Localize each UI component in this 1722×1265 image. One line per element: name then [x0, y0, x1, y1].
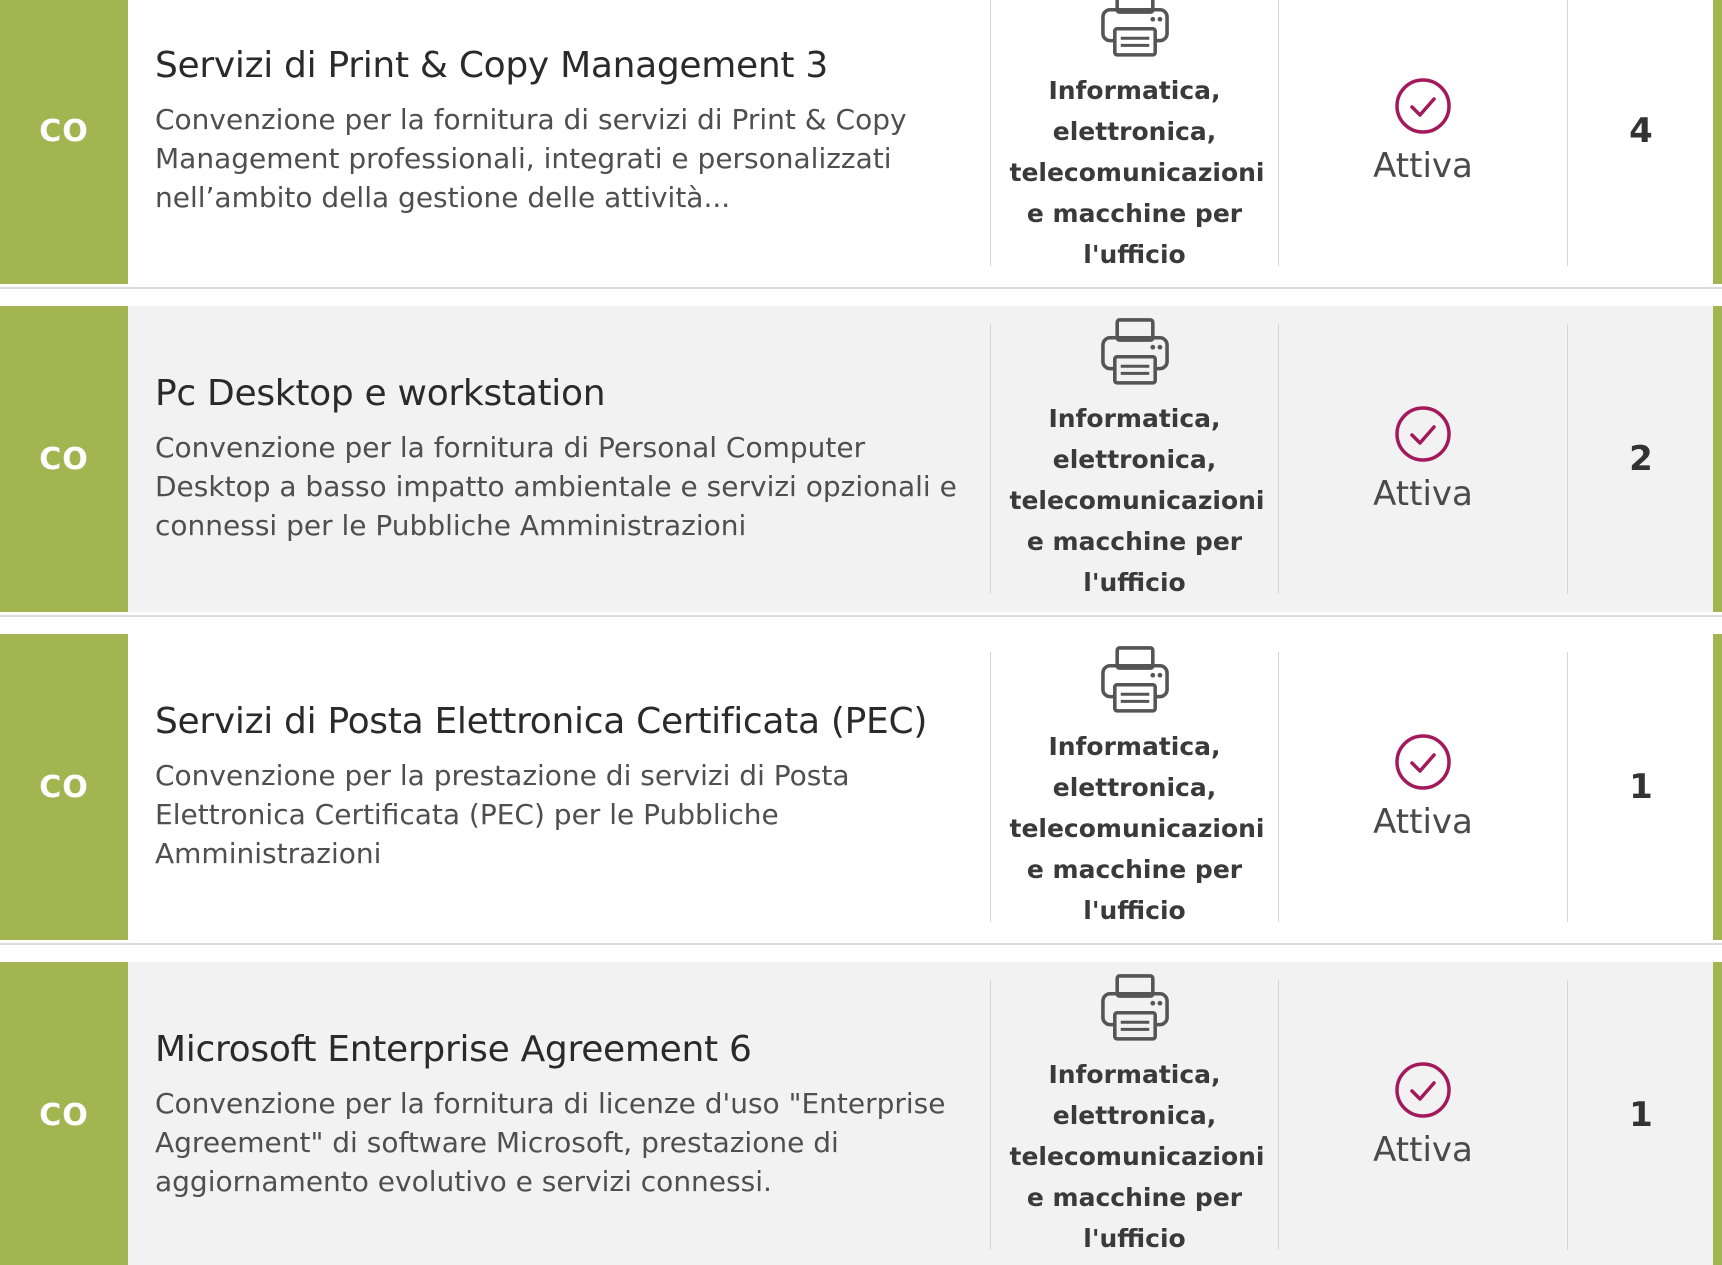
- item-description: Convenzione per la fornitura di Personal…: [155, 431, 957, 542]
- item-info: Servizi di Print & Copy Management 3 Con…: [128, 0, 990, 284]
- row-separator: [0, 943, 1722, 945]
- status-cell: Attiva: [1279, 962, 1567, 1265]
- status-cell: Attiva: [1279, 634, 1567, 940]
- printer-icon: [1100, 646, 1169, 713]
- category-cell: Informatica, elettronica, telecomunicazi…: [991, 962, 1278, 1265]
- category-label: Informatica, elettronica, telecomunicazi…: [1009, 76, 1265, 269]
- type-badge: CO: [0, 306, 128, 612]
- category-label: Informatica, elettronica, telecomunicazi…: [1009, 1060, 1265, 1253]
- item-title[interactable]: Servizi di Posta Elettronica Certificata…: [155, 701, 960, 742]
- check-circle-icon: [1395, 406, 1451, 462]
- check-circle-icon: [1395, 734, 1451, 790]
- type-badge: CO: [0, 962, 128, 1265]
- printer-icon: [1100, 0, 1169, 57]
- item-info: Microsoft Enterprise Agreement 6 Convenz…: [128, 962, 990, 1265]
- item-title[interactable]: Microsoft Enterprise Agreement 6: [155, 1029, 960, 1070]
- type-badge: CO: [0, 634, 128, 940]
- status-cell: Attiva: [1279, 0, 1567, 284]
- row-separator: [0, 287, 1722, 289]
- item-count: 1: [1629, 1095, 1653, 1135]
- list-item[interactable]: CO Servizi di Print & Copy Management 3 …: [0, 0, 1722, 284]
- status-label: Attiva: [1373, 1130, 1473, 1170]
- item-info: Pc Desktop e workstation Convenzione per…: [128, 306, 990, 612]
- check-circle-icon: [1395, 1062, 1451, 1118]
- category-cell: Informatica, elettronica, telecomunicazi…: [991, 634, 1278, 940]
- item-title[interactable]: Servizi di Print & Copy Management 3: [155, 45, 960, 86]
- list-item[interactable]: CO Microsoft Enterprise Agreement 6 Conv…: [0, 962, 1722, 1265]
- item-description: Convenzione per la fornitura di licenze …: [155, 1087, 946, 1198]
- category-cell: Informatica, elettronica, telecomunicazi…: [991, 306, 1278, 612]
- item-title[interactable]: Pc Desktop e workstation: [155, 373, 960, 414]
- item-count: 1: [1629, 767, 1653, 807]
- item-count: 2: [1629, 439, 1653, 479]
- item-count: 4: [1629, 111, 1653, 151]
- row-separator: [0, 615, 1722, 617]
- item-info: Servizi di Posta Elettronica Certificata…: [128, 634, 990, 940]
- item-description: Convenzione per la prestazione di serviz…: [155, 759, 850, 870]
- printer-icon: [1100, 974, 1169, 1041]
- list-item[interactable]: CO Servizi di Posta Elettronica Certific…: [0, 634, 1722, 940]
- list-item[interactable]: CO Pc Desktop e workstation Convenzione …: [0, 306, 1722, 612]
- check-circle-icon: [1395, 78, 1451, 134]
- status-cell: Attiva: [1279, 306, 1567, 612]
- category-label: Informatica, elettronica, telecomunicazi…: [1009, 404, 1265, 597]
- printer-icon: [1100, 318, 1169, 385]
- item-description: Convenzione per la fornitura di servizi …: [155, 103, 907, 214]
- category-cell: Informatica, elettronica, telecomunicazi…: [991, 0, 1278, 284]
- status-label: Attiva: [1373, 146, 1473, 186]
- convenzioni-list: CO Servizi di Print & Copy Management 3 …: [0, 0, 1722, 1265]
- category-label: Informatica, elettronica, telecomunicazi…: [1009, 732, 1265, 925]
- status-label: Attiva: [1373, 474, 1473, 514]
- status-label: Attiva: [1373, 802, 1473, 842]
- type-badge: CO: [0, 0, 128, 284]
